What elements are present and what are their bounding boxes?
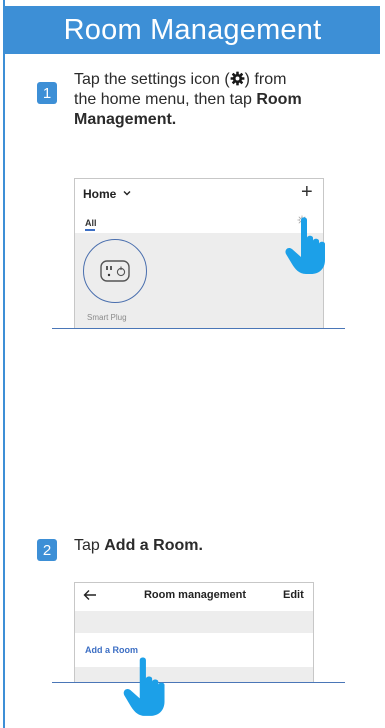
tab-all-indicator	[85, 229, 95, 231]
tab-all[interactable]: All	[85, 218, 97, 228]
tap-hand-icon	[123, 657, 165, 716]
add-device-button[interactable]: +	[301, 181, 313, 204]
chevron-down-icon	[123, 191, 131, 196]
spacer-band	[75, 611, 313, 633]
smart-plug-tile[interactable]	[83, 239, 147, 303]
step-2-badge: 2	[37, 539, 57, 561]
edit-button[interactable]: Edit	[283, 589, 304, 601]
step-1-badge: 1	[37, 82, 57, 104]
section-banner: Room Management	[5, 6, 380, 54]
gear-icon	[230, 71, 245, 86]
left-accent-rule	[3, 0, 5, 728]
step-1-text: Tap the settings icon () from the home m…	[74, 71, 302, 128]
tap-hand-icon	[285, 217, 325, 274]
spacer-band	[75, 667, 313, 682]
room-management-title: Room management	[143, 589, 247, 601]
smart-plug-label: Smart Plug	[87, 313, 127, 322]
section-title: Room Management	[63, 13, 322, 46]
screenshot-1-baseline	[52, 328, 345, 329]
smart-plug-icon	[99, 259, 130, 282]
step-2-text: Tap Add a Room.	[74, 537, 203, 554]
page: Room Management 1 Tap the settings icon …	[0, 0, 385, 728]
home-dropdown-label[interactable]: Home	[83, 187, 116, 201]
screenshot-2-baseline	[52, 682, 345, 683]
room-management-screenshot: Room management Edit Add a Room	[74, 582, 314, 682]
